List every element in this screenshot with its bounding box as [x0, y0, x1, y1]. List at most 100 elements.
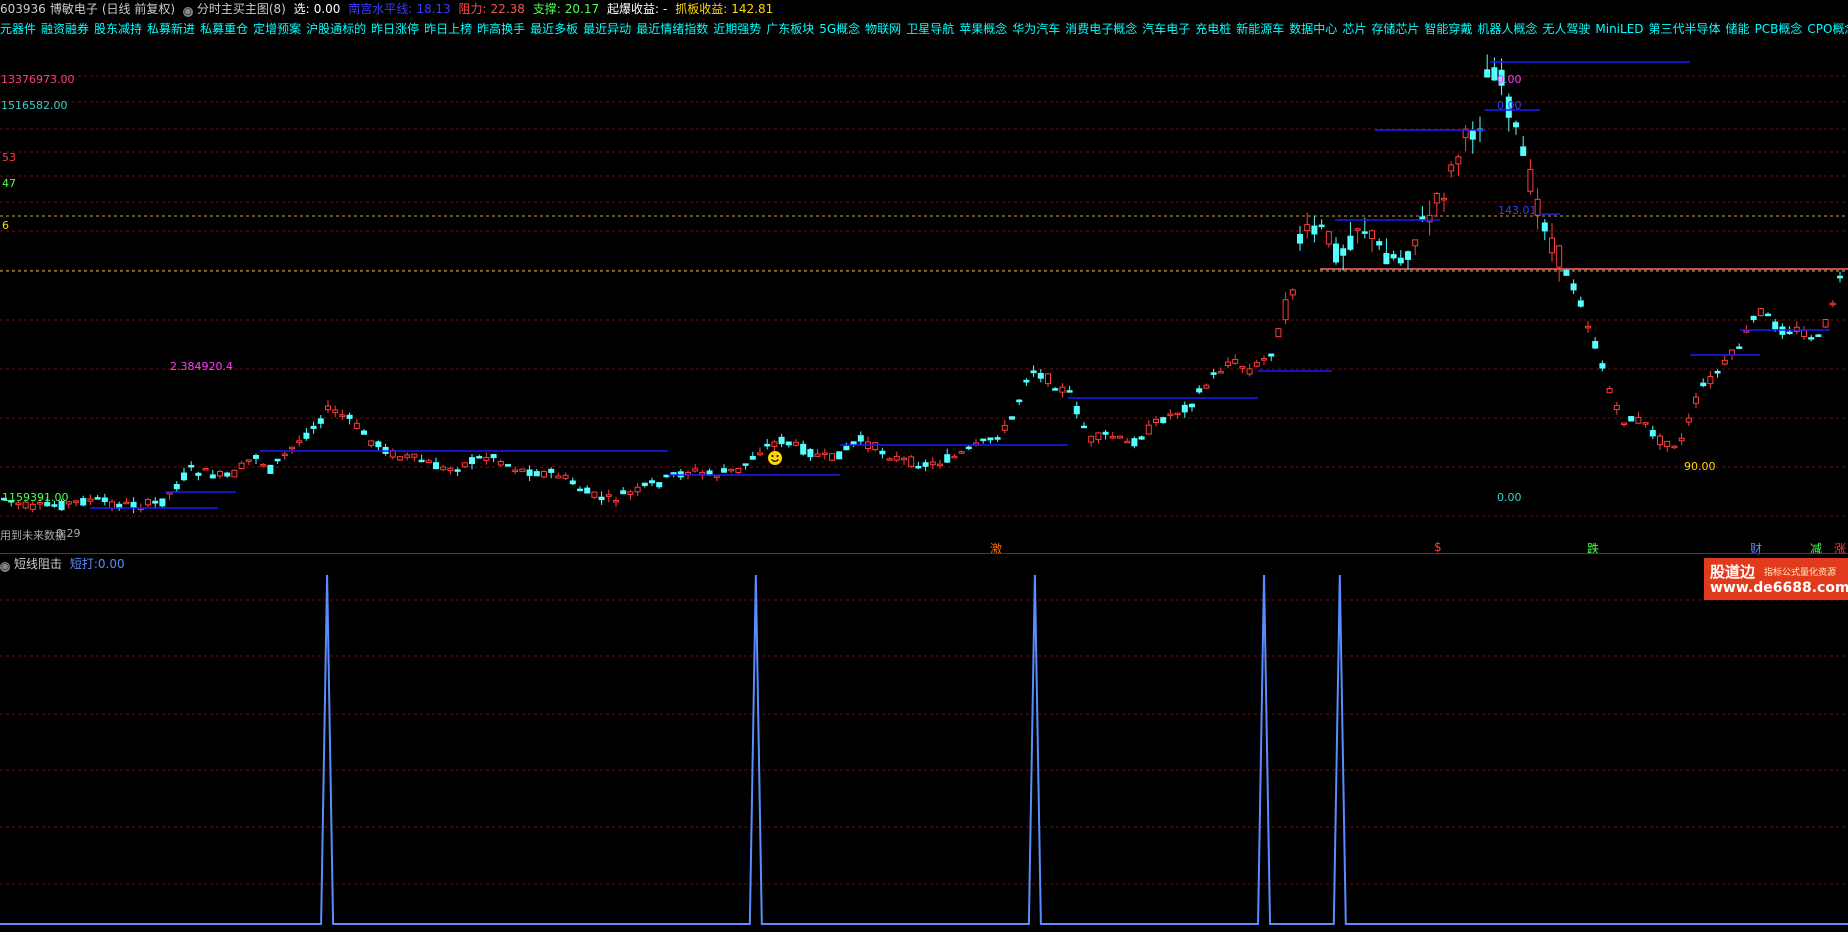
candle-body [1361, 231, 1368, 234]
candle-body [1455, 156, 1462, 165]
candle-body [1592, 341, 1599, 349]
candle-body [1232, 358, 1239, 364]
candle-body [1721, 359, 1728, 365]
candle-body [958, 451, 965, 454]
concept-tag[interactable]: 无人驾驶 [1542, 22, 1590, 36]
candle-body [1117, 435, 1123, 439]
concept-tag[interactable]: 定增预案 [253, 22, 301, 36]
candle-body [548, 468, 555, 473]
concept-tag[interactable]: 最近多板 [530, 22, 578, 36]
water-value: 18.13 [416, 2, 451, 16]
candle-body [505, 464, 511, 467]
concept-tag[interactable]: 芯片 [1342, 22, 1366, 36]
concept-tag[interactable]: 华为汽车 [1012, 22, 1060, 36]
board-label: 抓板收益: [675, 2, 728, 16]
candle-body [757, 452, 763, 456]
candle-body [814, 453, 821, 457]
concept-tag[interactable]: PCB概念 [1755, 22, 1803, 36]
concept-tag[interactable]: 第三代半导体 [1649, 22, 1721, 36]
candle-body [1311, 225, 1318, 235]
candle-body [1318, 224, 1325, 228]
main-chart-svg[interactable] [0, 0, 1848, 932]
candle-body [1009, 416, 1015, 420]
concept-tag[interactable]: 昨日上榜 [424, 22, 472, 36]
event-marker-finance[interactable]: 财 [1750, 540, 1762, 557]
left-label-6: 6 [2, 219, 9, 232]
candle-body [1772, 321, 1779, 330]
candle-body [1649, 430, 1656, 437]
board-value: 142.81 [731, 2, 774, 16]
concept-tag[interactable]: 私募重仓 [200, 22, 248, 36]
event-marker-surge[interactable]: 激 [990, 540, 1002, 557]
candle-body [944, 454, 951, 463]
concept-tag[interactable]: 充电桩 [1195, 22, 1231, 36]
candle-body [195, 472, 202, 476]
concept-tag[interactable]: 融资融券 [41, 22, 89, 36]
concept-tag[interactable]: 机器人概念 [1477, 22, 1537, 36]
candle-body [1325, 231, 1332, 245]
concept-tag[interactable]: 最近异动 [583, 22, 631, 36]
concept-tag[interactable]: 元器件 [0, 22, 36, 36]
candle-body [1225, 361, 1231, 367]
candle-body [260, 464, 267, 467]
candle-body [965, 446, 972, 450]
panel-divider[interactable] [0, 553, 1848, 554]
concept-tag[interactable]: CPO概念 [1807, 22, 1848, 36]
candle-body [29, 503, 36, 510]
candle-body [145, 499, 151, 506]
right-label-bottom: 0.00 [1497, 491, 1522, 504]
concept-tag[interactable]: 智能穿戴 [1424, 22, 1472, 36]
event-marker-dollar[interactable]: $ [1434, 540, 1442, 554]
candle-body [987, 437, 994, 441]
concept-tag[interactable]: 卫星导航 [906, 22, 954, 36]
candle-body [1081, 425, 1087, 429]
concept-tag[interactable]: 股东减持 [94, 22, 142, 36]
concept-tag[interactable]: 沪股通标的 [306, 22, 366, 36]
candle-body [1599, 363, 1606, 369]
candle-body [1786, 331, 1793, 335]
concept-tag[interactable]: 消费电子概念 [1065, 22, 1137, 36]
concept-tag[interactable]: 物联网 [865, 22, 901, 36]
candle-body [994, 437, 1001, 440]
settings-circle-icon[interactable]: ○ [182, 7, 193, 17]
candle-body [908, 456, 915, 467]
event-marker-reduce[interactable]: 减 [1810, 540, 1822, 557]
boom-value: - [663, 2, 668, 16]
concept-tag[interactable]: 汽车电子 [1142, 22, 1190, 36]
stock-code: 603936 [0, 2, 46, 16]
candle-body [533, 471, 540, 477]
candle-body [1001, 424, 1008, 431]
candle-body [1376, 241, 1383, 246]
concept-tag[interactable]: 广东板块 [766, 22, 814, 36]
event-marker-fall[interactable]: 跌 [1587, 540, 1599, 557]
concept-tag[interactable]: 新能源车 [1236, 22, 1284, 36]
candle-body [454, 469, 461, 472]
candle-body [584, 487, 591, 494]
pulse-series-line [0, 574, 1848, 925]
concept-tag[interactable]: 数据中心 [1289, 22, 1337, 36]
candle-body [101, 497, 108, 503]
subpanel-param-label: 短打: [69, 557, 98, 571]
concept-tag[interactable]: 苹果概念 [959, 22, 1007, 36]
resist-label: 阻力: [458, 2, 487, 16]
candle-body [1750, 315, 1757, 321]
subpanel-title[interactable]: 短线阻击 [14, 557, 62, 571]
concept-tag[interactable]: 近期强势 [713, 22, 761, 36]
concept-tag[interactable]: 最近情绪指数 [636, 22, 708, 36]
concept-tag[interactable]: 昨日涨停 [371, 22, 419, 36]
candle-body [253, 455, 259, 459]
concept-tag[interactable]: 昨高换手 [477, 22, 525, 36]
concept-tag[interactable]: 5G概念 [819, 22, 860, 36]
concept-tag[interactable]: 私募新进 [147, 22, 195, 36]
candle-body [1167, 413, 1174, 416]
subpanel-settings-icon[interactable]: ○ [0, 562, 10, 572]
concept-tag[interactable]: 存储芯片 [1371, 22, 1419, 36]
candle-body [152, 500, 159, 504]
concept-tag[interactable]: MiniLED [1595, 22, 1643, 36]
concept-tag[interactable]: 储能 [1726, 22, 1750, 36]
candle-body [821, 452, 828, 456]
candle-body [166, 492, 173, 495]
event-marker-rise[interactable]: 涨 [1834, 540, 1846, 557]
indicator-name[interactable]: 分时主买主图(8) [197, 2, 286, 16]
period-label[interactable]: (日线 前复权) [102, 2, 175, 16]
